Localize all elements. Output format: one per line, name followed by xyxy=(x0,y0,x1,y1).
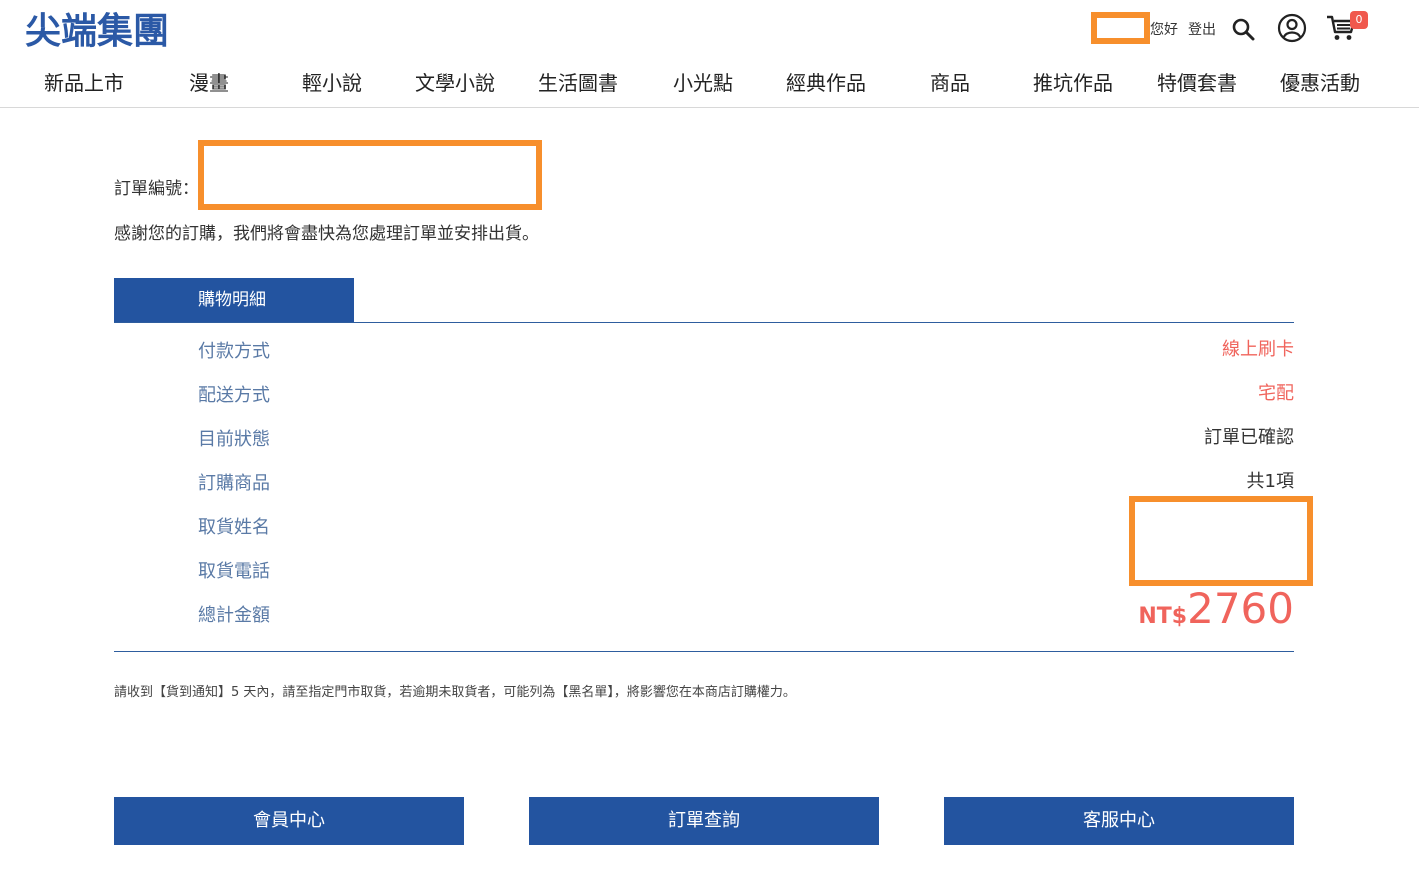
total-amount-label: 總計金額 xyxy=(198,605,270,626)
pickup-phone-label: 取貨電話 xyxy=(198,561,270,582)
site-logo[interactable]: 尖端集團 xyxy=(25,12,169,52)
nav-item-promotions[interactable]: 優惠活動 xyxy=(1280,66,1360,100)
main-nav: 新品上市 漫畫 輕小說 文學小說 生活圖書 小光點 經典作品 商品 推坑作品 特… xyxy=(0,66,1419,100)
greeting-text: 您好 xyxy=(1150,22,1178,38)
tab-purchase-details[interactable]: 購物明細 xyxy=(114,278,354,322)
order-number-label: 訂單編號： xyxy=(114,179,199,199)
customer-service-button[interactable]: 客服中心 xyxy=(944,797,1294,845)
total-amount-number: 2760 xyxy=(1187,584,1294,633)
shipping-method-value: 宅配 xyxy=(1258,383,1294,404)
details-top-rule xyxy=(114,322,1294,323)
nav-item-recommended[interactable]: 推坑作品 xyxy=(1033,66,1113,100)
details-bottom-rule xyxy=(114,651,1294,652)
total-currency: NT$ xyxy=(1138,604,1188,629)
nav-item-manga[interactable]: 漫畫 xyxy=(189,66,229,100)
user-account-icon[interactable] xyxy=(1277,13,1307,43)
pickup-notice: 請收到【貨到通知】5 天內，請至指定門市取貨，若逾期未取貨者，可能列為【黑名單】… xyxy=(114,685,796,700)
nav-item-classics[interactable]: 經典作品 xyxy=(786,66,866,100)
nav-divider xyxy=(0,107,1419,108)
shipping-method-label: 配送方式 xyxy=(198,385,270,406)
redacted-username xyxy=(1091,12,1150,44)
logout-link[interactable]: 登出 xyxy=(1188,19,1216,39)
redacted-order-number xyxy=(198,140,542,210)
payment-method-value: 線上刷卡 xyxy=(1222,339,1294,360)
total-amount-value: NT$2760 xyxy=(1138,584,1294,633)
ordered-items-label: 訂購商品 xyxy=(198,473,270,494)
thank-you-message: 感謝您的訂購，我們將會盡快為您處理訂單並安排出貨。 xyxy=(114,224,539,244)
nav-item-new-release[interactable]: 新品上市 xyxy=(44,66,124,100)
ordered-items-value: 共1項 xyxy=(1246,471,1294,492)
nav-item-light-novel[interactable]: 輕小說 xyxy=(302,66,362,100)
nav-item-lifestyle-books[interactable]: 生活圖書 xyxy=(538,66,618,100)
nav-item-bundle-deals[interactable]: 特價套書 xyxy=(1157,66,1237,100)
member-center-button[interactable]: 會員中心 xyxy=(114,797,464,845)
pickup-name-label: 取貨姓名 xyxy=(198,517,270,538)
nav-item-merchandise[interactable]: 商品 xyxy=(930,66,970,100)
search-icon[interactable] xyxy=(1231,17,1255,41)
nav-item-literature[interactable]: 文學小說 xyxy=(415,66,495,100)
redacted-pickup-info xyxy=(1129,496,1313,586)
order-query-button[interactable]: 訂單查詢 xyxy=(529,797,879,845)
cart-count-badge: 0 xyxy=(1350,11,1368,29)
order-status-label: 目前狀態 xyxy=(198,429,270,450)
nav-item-xiaoguangdian[interactable]: 小光點 xyxy=(673,66,733,100)
payment-method-label: 付款方式 xyxy=(198,341,270,362)
order-status-value: 訂單已確認 xyxy=(1204,427,1294,448)
